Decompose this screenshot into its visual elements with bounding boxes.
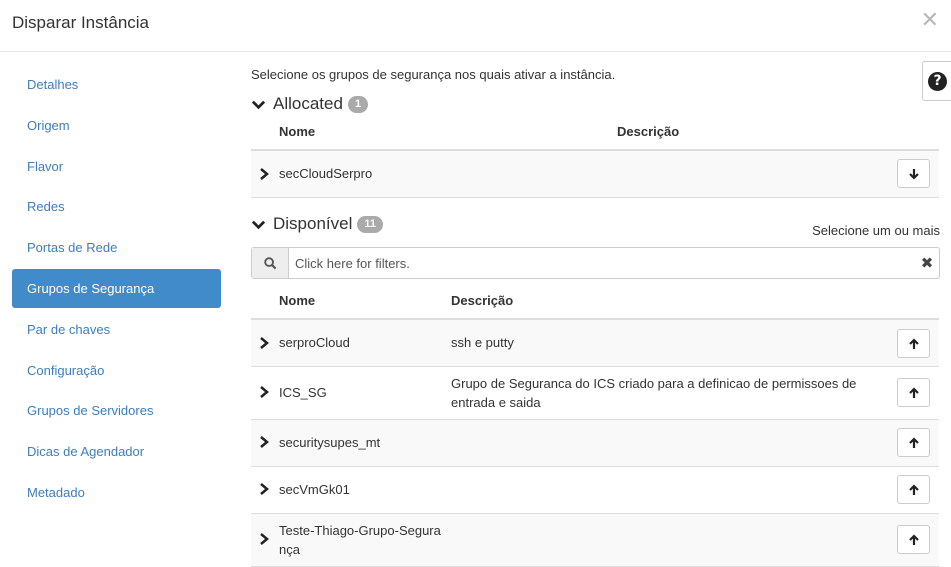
sidebar-item-detalhes[interactable]: Detalhes	[12, 65, 221, 104]
help-text: Selecione os grupos de segurança nos qua…	[251, 67, 616, 82]
chevron-right-icon[interactable]	[259, 436, 269, 448]
chevron-right-icon[interactable]	[259, 168, 269, 180]
sidebar-item-metadado[interactable]: Metadado	[12, 473, 221, 512]
allocated-count-badge: 1	[347, 95, 369, 113]
chevron-right-icon[interactable]	[259, 533, 269, 545]
allocated-title: Allocated	[273, 94, 343, 113]
allocate-button[interactable]	[897, 329, 930, 358]
allocate-button[interactable]	[897, 378, 930, 407]
sidebar-item-redes[interactable]: Redes	[12, 187, 221, 226]
sidebar-item-flavor[interactable]: Flavor	[12, 147, 221, 186]
dialog-title: Disparar Instância	[12, 13, 150, 32]
allocated-col-name: Nome	[279, 124, 316, 139]
filter-input[interactable]	[289, 248, 915, 278]
main-panel: Selecione os grupos de segurança nos qua…	[251, 0, 951, 567]
arrow-up-icon	[908, 533, 919, 545]
sidebar-item-dicas-de-agendador[interactable]: Dicas de Agendador	[12, 432, 221, 471]
row-name: Teste-Thiago-Grupo-Segurança	[279, 523, 441, 557]
allocate-button[interactable]	[897, 475, 930, 504]
question-circle-icon: ?	[928, 71, 947, 91]
row-name: secVmGk01	[279, 482, 350, 497]
arrow-up-icon	[908, 337, 919, 349]
table-row: Teste-Thiago-Grupo-Segurança	[251, 514, 939, 567]
table-row: serproCloud ssh e putty	[251, 320, 939, 367]
chevron-right-icon[interactable]	[259, 386, 269, 398]
available-title: Disponível	[273, 214, 353, 233]
table-row: secVmGk01	[251, 467, 939, 514]
row-name: secCloudSerpro	[279, 166, 373, 181]
sidebar-item-grupos-de-servidores[interactable]: Grupos de Servidores	[12, 391, 221, 430]
available-section-toggle[interactable]: Disponível 11	[251, 214, 384, 234]
sidebar-item-configuracao[interactable]: Configuração	[12, 351, 221, 390]
available-col-description: Descrição	[451, 293, 514, 308]
row-name: ICS_SG	[279, 385, 327, 400]
sidebar-item-grupos-de-seguranca[interactable]: Grupos de Segurança	[12, 268, 221, 308]
search-icon	[263, 256, 276, 269]
select-hint: Selecione um ou mais	[812, 223, 940, 238]
chevron-down-icon	[251, 220, 266, 229]
arrow-up-icon	[908, 386, 919, 398]
clear-filter-icon[interactable]: ✖	[915, 248, 939, 278]
table-row: ICS_SG Grupo de Seguranca do ICS criado …	[251, 367, 939, 420]
allocate-button[interactable]	[897, 525, 930, 554]
available-count-badge: 11	[357, 215, 384, 233]
search-addon	[252, 248, 289, 278]
row-name: securitysupes_mt	[279, 435, 381, 450]
help-button[interactable]: ?	[922, 61, 951, 101]
deallocate-button[interactable]	[897, 159, 930, 188]
allocated-section-toggle[interactable]: Allocated 1	[251, 94, 369, 114]
row-description: ssh e putty	[451, 335, 514, 350]
chevron-right-icon[interactable]	[259, 483, 269, 495]
sidebar-item-origem[interactable]: Origem	[12, 106, 221, 145]
allocate-button[interactable]	[897, 428, 930, 457]
arrow-down-icon	[908, 168, 919, 180]
chevron-right-icon[interactable]	[259, 337, 269, 349]
row-name: serproCloud	[279, 335, 350, 350]
table-row: securitysupes_mt	[251, 420, 939, 467]
arrow-up-icon	[908, 483, 919, 495]
wizard-sidebar: Detalhes Origem Flavor Redes Portas de R…	[12, 65, 221, 514]
available-col-name: Nome	[279, 293, 316, 308]
row-description: Grupo de Seguranca do ICS criado para a …	[451, 376, 857, 410]
sidebar-item-par-de-chaves[interactable]: Par de chaves	[12, 310, 221, 349]
allocated-row: secCloudSerpro	[251, 151, 939, 198]
sidebar-item-portas-de-rede[interactable]: Portas de Rede	[12, 228, 221, 267]
arrow-up-icon	[908, 436, 919, 448]
filter-search-bar: ✖	[251, 247, 940, 279]
chevron-down-icon	[251, 100, 266, 109]
allocated-col-description: Descrição	[617, 124, 680, 139]
